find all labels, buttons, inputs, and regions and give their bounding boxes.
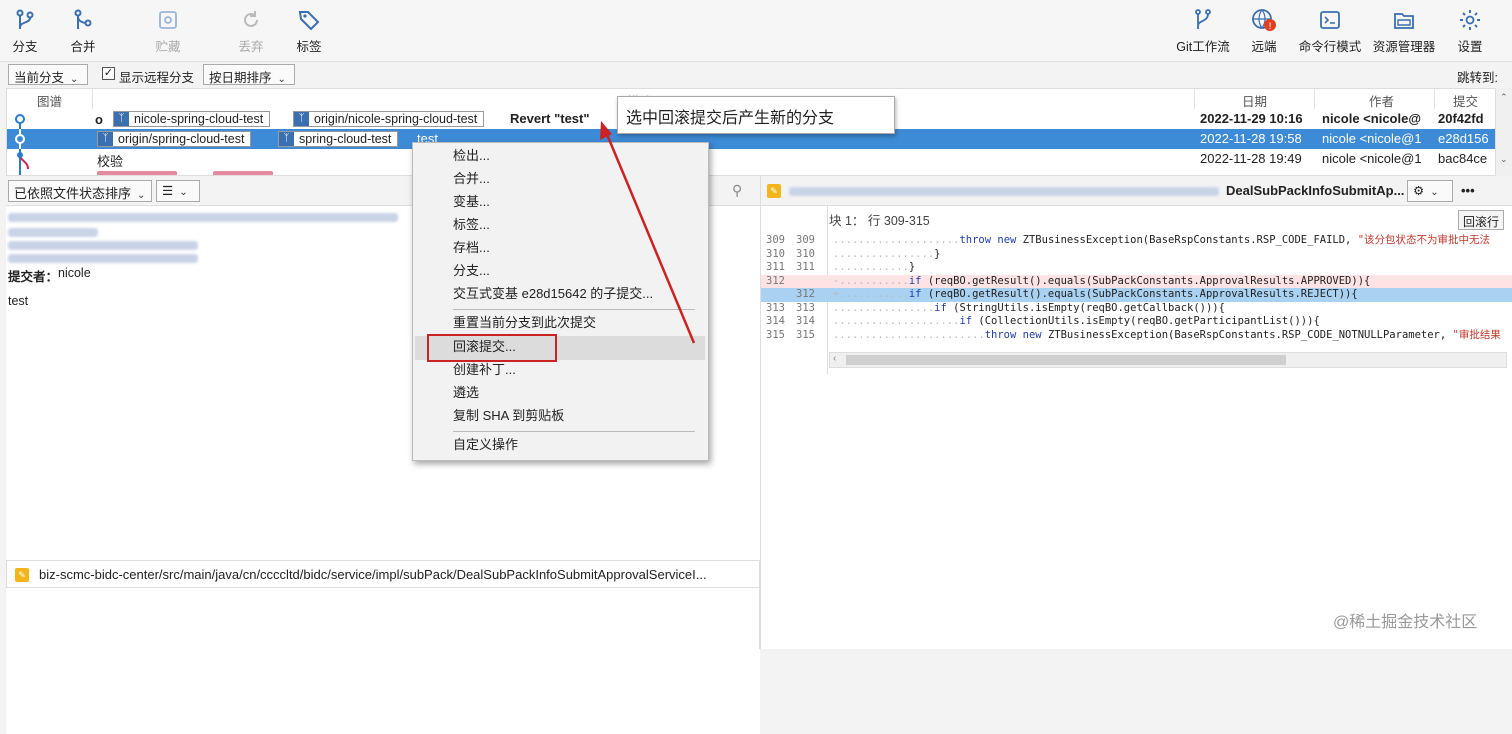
annotation-callout: 选中回滚提交后产生新的分支 <box>617 96 895 134</box>
